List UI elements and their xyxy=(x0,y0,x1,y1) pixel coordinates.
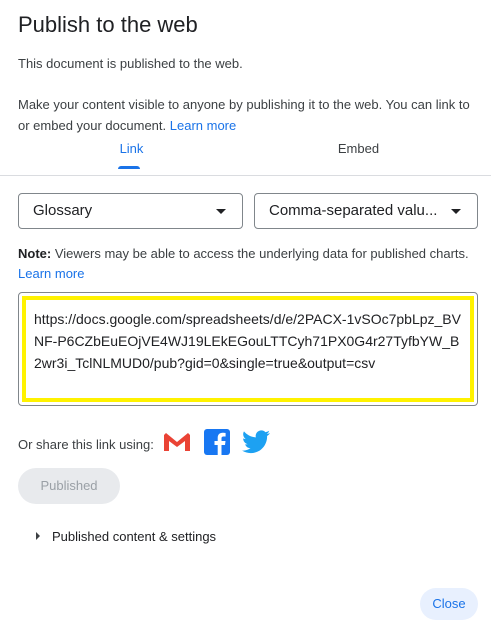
share-row: Or share this link using: xyxy=(18,428,282,460)
format-select[interactable]: Comma-separated valu... xyxy=(254,193,478,229)
tab-divider xyxy=(0,175,491,176)
close-button[interactable]: Close xyxy=(420,588,478,620)
chevron-down-icon xyxy=(451,209,461,214)
published-settings-toggle[interactable]: Published content & settings xyxy=(36,525,216,547)
settings-label: Published content & settings xyxy=(52,528,217,544)
description-text: Make your content visible to anyone by p… xyxy=(18,97,470,133)
charts-note: Note: Viewers may be able to access the … xyxy=(18,244,478,284)
published-button[interactable]: Published xyxy=(18,468,120,504)
tab-embed-label: Embed xyxy=(337,141,380,156)
note-learn-more-link[interactable]: Learn more xyxy=(18,266,84,281)
sheet-select-value: Glossary xyxy=(33,202,93,219)
gmail-icon[interactable] xyxy=(162,431,192,458)
sheet-select[interactable]: Glossary xyxy=(18,193,243,229)
tab-bar: Link Embed xyxy=(18,138,473,174)
share-label: Or share this link using: xyxy=(18,436,154,452)
facebook-icon[interactable] xyxy=(203,428,230,460)
learn-more-link[interactable]: Learn more xyxy=(170,118,236,133)
active-tab-indicator xyxy=(118,166,140,169)
dialog-description: Make your content visible to anyone by p… xyxy=(18,94,473,136)
dialog-title: Publish to the web xyxy=(18,12,198,37)
caret-right-icon xyxy=(36,532,40,540)
note-prefix: Note: xyxy=(18,246,52,261)
tab-embed[interactable]: Embed xyxy=(245,138,472,172)
published-url-text[interactable]: https://docs.google.com/spreadsheets/d/e… xyxy=(22,296,474,402)
published-url-field[interactable]: https://docs.google.com/spreadsheets/d/e… xyxy=(18,292,478,406)
publish-status: This document is published to the web. xyxy=(18,56,243,71)
format-select-value: Comma-separated valu... xyxy=(269,202,438,219)
twitter-icon[interactable] xyxy=(241,429,270,459)
publish-dialog: Publish to the web This document is publ… xyxy=(0,0,491,636)
note-text: Viewers may be able to access the underl… xyxy=(51,246,469,261)
chevron-down-icon xyxy=(216,209,226,214)
tab-link-label: Link xyxy=(119,141,144,156)
